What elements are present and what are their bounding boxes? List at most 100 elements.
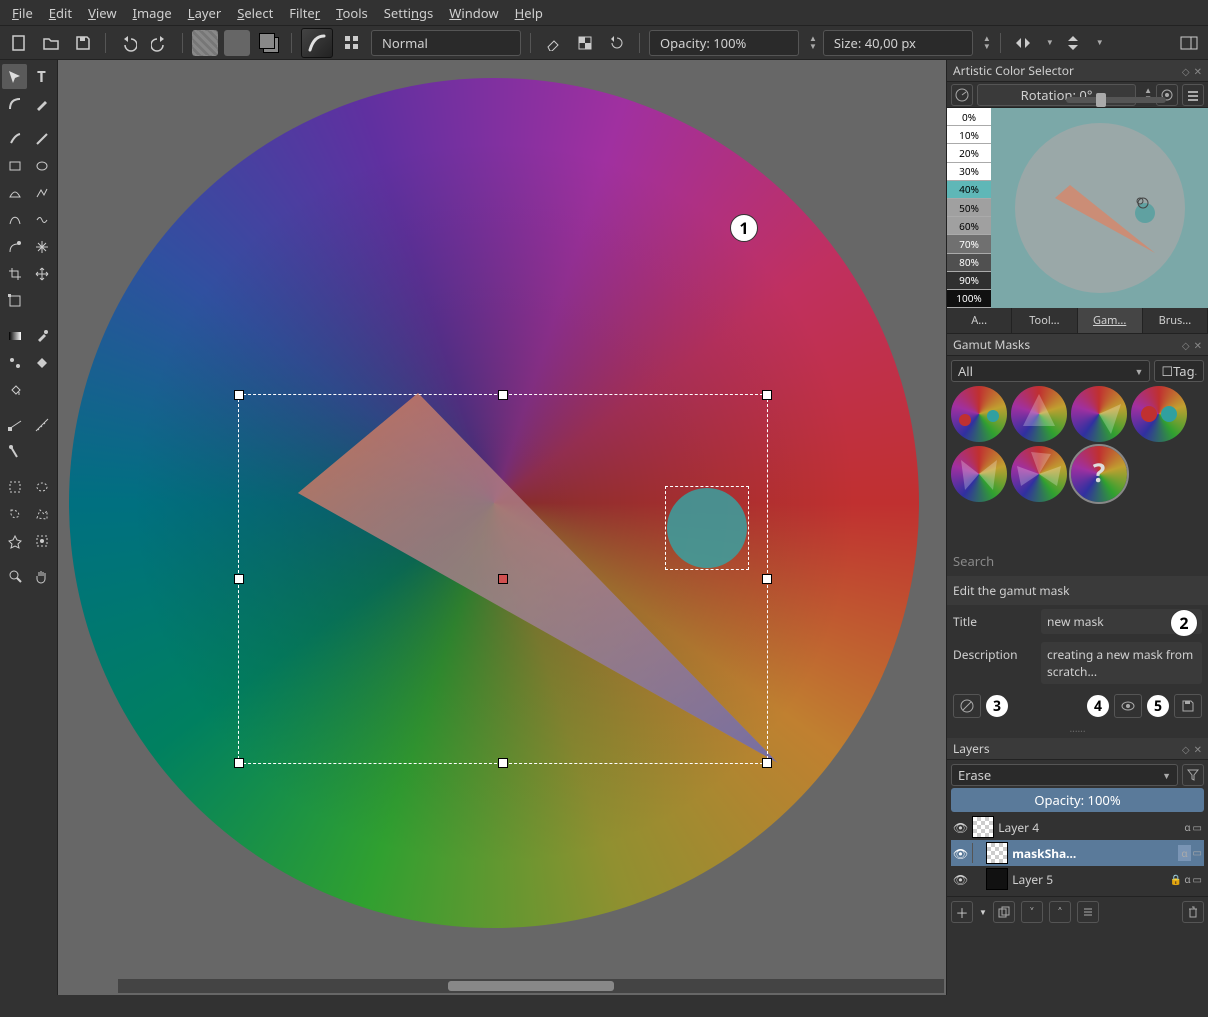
menu-file[interactable]: File [4, 1, 41, 25]
reference-tool[interactable] [2, 439, 27, 464]
duplicate-layer-button[interactable] [993, 901, 1015, 923]
layer-opacity-slider[interactable]: Opacity: 100% [951, 788, 1204, 812]
menu-window[interactable]: Window [441, 1, 506, 25]
transform-tool-2[interactable] [2, 288, 27, 313]
text-tool[interactable]: T [29, 64, 54, 89]
tab-brush-presets[interactable]: Brus... [1143, 308, 1208, 333]
visibility-icon[interactable]: 👁 [953, 871, 968, 888]
visibility-icon[interactable]: 👁 [953, 819, 968, 836]
line-tool[interactable] [29, 126, 54, 151]
fill-tool[interactable] [2, 377, 27, 402]
rect-select-tool[interactable] [2, 474, 27, 499]
sel-handle-ne[interactable] [762, 390, 772, 400]
alpha-icon[interactable]: α [1184, 820, 1190, 834]
rectangle-tool[interactable] [2, 153, 27, 178]
sel-handle-sw[interactable] [234, 758, 244, 768]
alpha-icon[interactable]: α [1184, 872, 1190, 886]
size-spin[interactable]: ▲▼ [983, 35, 991, 51]
fg-bg-color-swatch[interactable] [256, 30, 282, 56]
close-icon[interactable]: ✕ [1194, 338, 1202, 352]
close-icon[interactable]: ✕ [1194, 64, 1202, 78]
opacity-slider[interactable]: Opacity: 100% [649, 30, 799, 56]
pct-90[interactable]: 90% [947, 272, 991, 290]
zoom-tool[interactable] [2, 563, 27, 588]
freehand-path-tool[interactable] [29, 207, 54, 232]
gamut-tag-button[interactable]: ☐ Tag . [1154, 360, 1204, 382]
pattern-tool[interactable] [2, 350, 27, 375]
pct-40[interactable]: 40% [947, 181, 991, 199]
calligraphy-tool[interactable] [29, 91, 54, 116]
move-tool[interactable] [29, 261, 54, 286]
pct-50[interactable]: 50% [947, 199, 991, 217]
gamut-search[interactable]: Search [947, 546, 1208, 576]
brush-tool[interactable] [2, 126, 27, 151]
props-icon[interactable]: ▭ [1193, 820, 1202, 834]
mask-triad[interactable] [1011, 386, 1067, 442]
redo-button[interactable] [147, 30, 173, 56]
save-mask-button[interactable] [1174, 694, 1202, 718]
visibility-icon[interactable]: 👁 [953, 845, 968, 862]
mask-description-input[interactable]: creating a new mask from scratch... [1041, 642, 1202, 684]
pct-70[interactable]: 70% [947, 235, 991, 253]
layer-row-mask[interactable]: 👁 maskSha... α▭ [951, 840, 1204, 866]
mask-current-new[interactable]: ? [1071, 446, 1127, 502]
open-doc-button[interactable] [38, 30, 64, 56]
pct-60[interactable]: 60% [947, 217, 991, 235]
smart-fill-tool[interactable] [29, 350, 54, 375]
menu-select[interactable]: Select [229, 1, 281, 25]
gamut-filter-dropdown[interactable]: All▼ [951, 360, 1150, 382]
mask-complementary[interactable] [1131, 386, 1187, 442]
pct-10[interactable]: 10% [947, 126, 991, 144]
save-doc-button[interactable] [70, 30, 96, 56]
sel-handle-n[interactable] [498, 390, 508, 400]
transform-tool[interactable] [2, 64, 27, 89]
crop-tool[interactable] [2, 261, 27, 286]
edit-shapes-tool[interactable] [2, 91, 27, 116]
lock-icon[interactable]: 🔒 [1170, 872, 1182, 886]
layer-filter-icon[interactable] [1182, 764, 1204, 786]
polyline-tool[interactable] [29, 180, 54, 205]
ellipse-select-tool[interactable] [29, 474, 54, 499]
layer-row-5[interactable]: 👁 Layer 5 🔒α▭ [951, 866, 1204, 892]
mask-analogous[interactable] [1011, 446, 1067, 502]
mask-split[interactable] [951, 446, 1007, 502]
alpha-icon[interactable]: α [1178, 845, 1190, 861]
workspace-button[interactable] [1176, 30, 1202, 56]
measure-tool[interactable] [29, 412, 54, 437]
bezier-tool[interactable] [2, 207, 27, 232]
pattern-swatch[interactable] [224, 30, 250, 56]
mirror-h-button[interactable] [1010, 30, 1036, 56]
float-icon[interactable]: ◇ [1182, 64, 1190, 78]
pct-0[interactable]: 0% [947, 108, 991, 126]
layer-props-button[interactable] [1077, 901, 1099, 923]
reload-preset-button[interactable] [604, 30, 630, 56]
acs-wheel[interactable] [991, 108, 1208, 308]
brush-preset-thumb[interactable] [301, 28, 333, 58]
contiguous-select-tool[interactable] [2, 528, 27, 553]
blend-mode-dropdown[interactable]: Normal [371, 30, 521, 56]
mirror-v-button[interactable] [1060, 30, 1086, 56]
sel-handle-e[interactable] [762, 574, 772, 584]
preview-button[interactable] [1114, 694, 1142, 718]
similar-select-tool[interactable] [29, 528, 54, 553]
pan-tool[interactable] [29, 563, 54, 588]
polygon-tool[interactable] [2, 180, 27, 205]
pct-30[interactable]: 30% [947, 163, 991, 181]
menu-layer[interactable]: Layer [180, 1, 229, 25]
delete-layer-button[interactable] [1182, 901, 1204, 923]
float-icon[interactable]: ◇ [1182, 338, 1190, 352]
poly-select-tool[interactable] [29, 501, 54, 526]
zoom-slider[interactable] [1066, 97, 1166, 103]
eraser-toggle[interactable] [540, 30, 566, 56]
new-doc-button[interactable] [6, 30, 32, 56]
menu-image[interactable]: Image [125, 1, 180, 25]
horizontal-scrollbar[interactable] [118, 979, 944, 993]
props-icon[interactable]: ▭ [1193, 872, 1202, 886]
multibrush-tool[interactable] [29, 234, 54, 259]
move-up-button[interactable]: ˄ [1049, 901, 1071, 923]
menu-help[interactable]: Help [507, 1, 551, 25]
gamut-toggle-icon[interactable] [951, 84, 973, 106]
alpha-lock-toggle[interactable] [572, 30, 598, 56]
menu-view[interactable]: View [80, 1, 124, 25]
tab-gamut-masks[interactable]: Gam... [1078, 308, 1143, 333]
